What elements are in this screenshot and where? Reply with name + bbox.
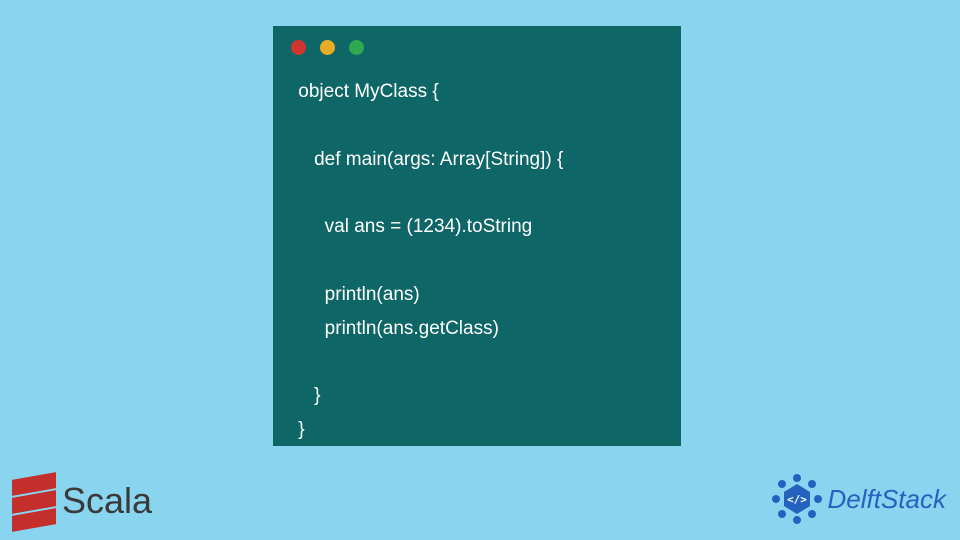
code-line: } <box>293 419 305 440</box>
svg-text:</>: </> <box>787 493 807 506</box>
delftstack-label: DelftStack <box>828 484 947 515</box>
code-body: object MyClass { def main(args: Array[St… <box>273 63 681 467</box>
code-window: object MyClass { def main(args: Array[St… <box>273 26 681 446</box>
code-line: println(ans) <box>293 284 420 305</box>
zoom-icon[interactable] <box>349 40 364 55</box>
code-line: object MyClass { <box>293 81 439 102</box>
code-line: } <box>293 385 320 406</box>
code-line: val ans = (1234).toString <box>293 216 532 237</box>
minimize-icon[interactable] <box>320 40 335 55</box>
window-controls <box>273 26 681 63</box>
code-line: def main(args: Array[String]) { <box>293 149 563 170</box>
code-line: println(ans.getClass) <box>293 318 499 339</box>
delftstack-icon: </> <box>770 472 824 526</box>
scala-label: Scala <box>62 480 152 522</box>
delftstack-logo: </> DelftStack <box>770 472 947 526</box>
close-icon[interactable] <box>291 40 306 55</box>
scala-logo: Scala <box>12 472 152 530</box>
scala-icon <box>12 472 56 530</box>
